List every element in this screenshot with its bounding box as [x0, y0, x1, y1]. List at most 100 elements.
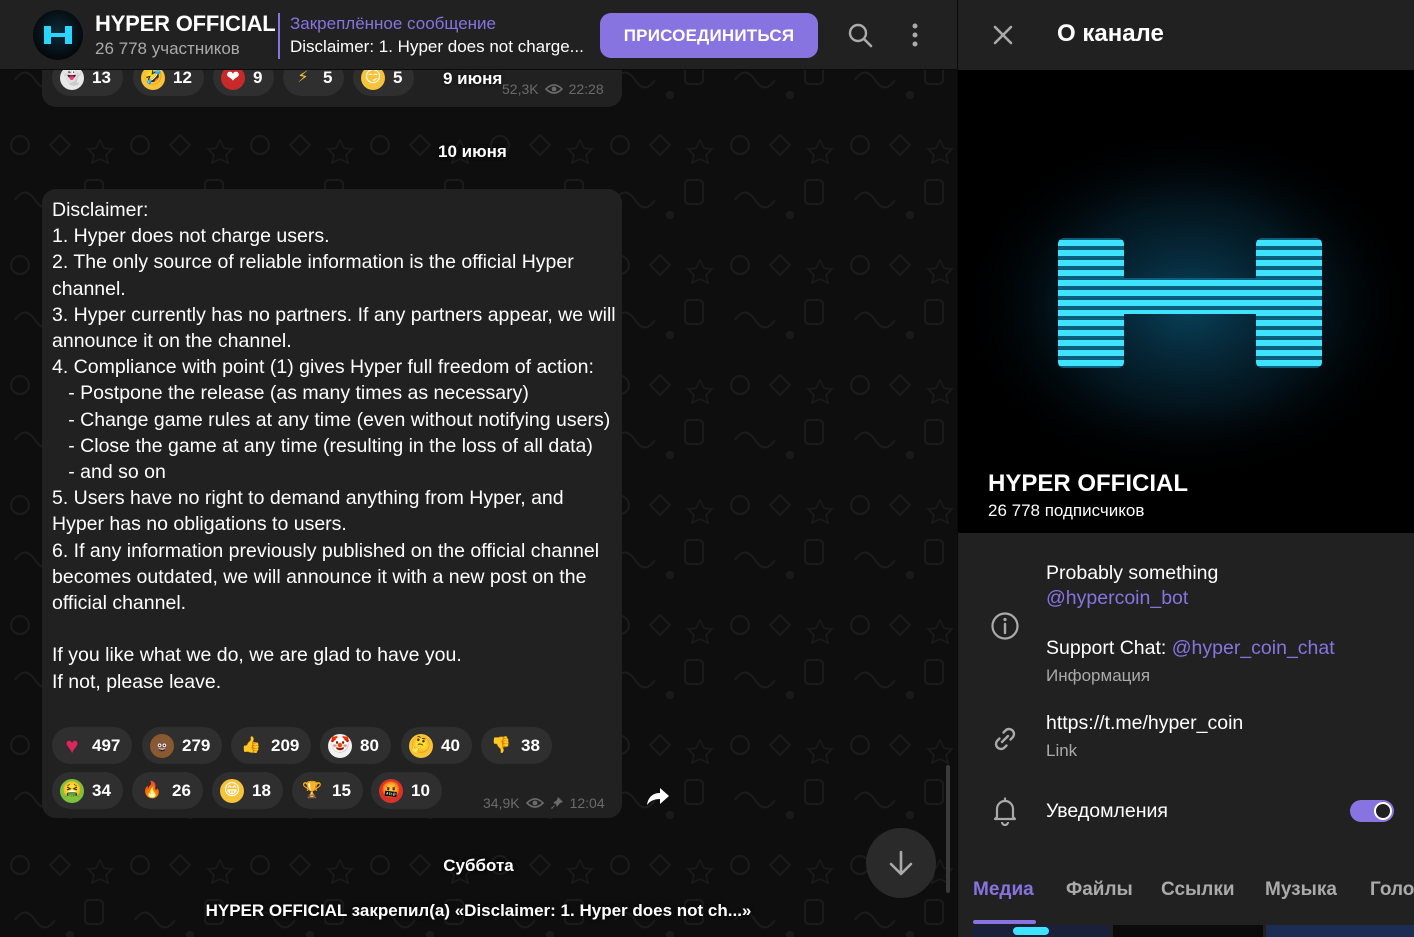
pinned-message-label: Закреплённое сообщение — [290, 14, 496, 33]
pile-of-poo-icon: 💩 — [150, 733, 174, 758]
chat-pane: HYPER OFFICIAL 26 778 участников Закрепл… — [0, 0, 957, 937]
service-message[interactable]: HYPER OFFICIAL закрепил(а) «Disclaimer: … — [0, 901, 957, 921]
reaction-count: 209 — [271, 735, 300, 755]
reaction-count: 5 — [323, 67, 333, 87]
reaction-chip[interactable]: ♥ 497 — [52, 727, 133, 764]
info-header: О канале — [958, 0, 1414, 70]
reaction-chip[interactable]: 🏆 15 — [292, 772, 363, 809]
notifications-label: Уведомления — [1046, 800, 1168, 822]
forward-message-button[interactable] — [640, 778, 676, 814]
eye-icon — [544, 84, 563, 94]
reaction-count: 18 — [252, 780, 271, 800]
support-chat-line: Support Chat: @hyper_coin_chat — [1046, 637, 1335, 660]
reaction-count: 12 — [173, 67, 192, 87]
message-text: Disclaimer: 1. Hyper does not charge use… — [52, 199, 616, 693]
chat-scrollbar[interactable] — [946, 765, 950, 893]
scroll-to-bottom-button[interactable] — [866, 828, 936, 898]
thinking-icon: 🤔 — [409, 733, 433, 758]
reaction-count: 279 — [182, 735, 211, 755]
tab-files[interactable]: Файлы — [1066, 879, 1133, 901]
eye-icon — [525, 798, 544, 808]
reaction-chip[interactable]: 💩 279 — [142, 727, 223, 764]
tab-links[interactable]: Ссылки — [1161, 879, 1235, 901]
reaction-count: 10 — [411, 780, 430, 800]
tab-music[interactable]: Музыка — [1265, 879, 1337, 901]
more-options-icon[interactable] — [902, 22, 928, 48]
reaction-chip[interactable]: 🔥 26 — [132, 772, 203, 809]
reaction-count: 497 — [92, 735, 121, 755]
reaction-chip[interactable]: 👍 209 — [231, 727, 312, 764]
fire-icon: 🔥 — [142, 781, 162, 799]
notifications-toggle[interactable] — [1350, 800, 1394, 822]
chat-header: HYPER OFFICIAL 26 778 участников Закрепл… — [0, 0, 957, 70]
date-separator: Суббота — [443, 856, 514, 875]
reaction-chip[interactable]: 🤡 80 — [320, 727, 391, 764]
reaction-count: 13 — [92, 67, 111, 87]
channel-cover-image[interactable] — [958, 70, 1414, 533]
channel-description: Probably something — [1046, 562, 1219, 584]
trophy-icon: 🏆 — [302, 781, 322, 799]
search-icon[interactable] — [847, 22, 873, 48]
message-time: 12:04 — [569, 795, 605, 811]
date-separator: 10 июня — [438, 142, 507, 161]
nauseated-icon: 🤮 — [60, 778, 84, 803]
hyper-logo-image — [958, 70, 1414, 533]
clown-icon: 🤡 — [328, 733, 352, 758]
channel-info-panel: О канале HYPER OFFICIAL 26 778 подписчик… — [957, 0, 1414, 937]
pinned-message-bar[interactable]: Закреплённое сообщение Disclaimer: 1. Hy… — [278, 13, 588, 59]
invite-link-label: Link — [1046, 741, 1078, 760]
info-label: Информация — [1046, 666, 1151, 685]
reaction-chip[interactable]: 🤬 10 — [371, 772, 442, 809]
channel-title[interactable]: HYPER OFFICIAL — [95, 11, 276, 37]
hyper-logo-icon — [44, 26, 72, 44]
message-bubble[interactable]: Disclaimer: 1. Hyper does not charge use… — [42, 189, 622, 818]
share-icon — [647, 788, 669, 805]
channel-avatar[interactable] — [33, 10, 83, 60]
reaction-count: 80 — [360, 735, 379, 755]
member-count: 26 778 участников — [95, 39, 240, 58]
toggle-knob — [1374, 802, 1392, 820]
tab-voice[interactable]: Голо — [1370, 879, 1414, 901]
reaction-chip[interactable]: 👎 38 — [481, 727, 552, 764]
view-count: 52,3K — [502, 81, 539, 97]
join-channel-button[interactable]: ПРИСОЕДИНИТЬСЯ — [600, 13, 818, 58]
reaction-chip[interactable]: 🤔 40 — [401, 727, 472, 764]
thumbs-down-icon: 👎 — [491, 736, 511, 754]
reaction-count: 34 — [92, 780, 111, 800]
reaction-count: 40 — [441, 735, 460, 755]
view-count: 34,9K — [483, 795, 520, 811]
media-thumbnails[interactable] — [973, 925, 1414, 937]
reaction-count: 9 — [253, 67, 263, 87]
grinning-icon: 😁 — [220, 778, 244, 803]
reaction-count: 38 — [521, 735, 540, 755]
link-icon — [990, 724, 1020, 754]
close-button[interactable] — [988, 20, 1018, 50]
subscriber-count: 26 778 подписчиков — [988, 501, 1145, 520]
reaction-chip[interactable]: 🤮 34 — [52, 772, 123, 809]
message-meta: 34,9K 12:04 — [483, 795, 605, 811]
close-icon — [993, 25, 1013, 45]
invite-link[interactable]: https://t.me/hyper_coin — [1046, 712, 1243, 735]
info-title: О канале — [1057, 20, 1164, 47]
reaction-count: 5 — [393, 67, 403, 87]
reaction-count: 26 — [172, 780, 191, 800]
message-meta: 52,3K 22:28 — [502, 81, 604, 97]
cursing-face-icon: 🤬 — [379, 778, 403, 803]
reaction-count: 15 — [332, 780, 351, 800]
channel-name: HYPER OFFICIAL — [988, 470, 1189, 497]
active-tab-indicator — [973, 920, 1036, 924]
date-separator: 9 июня — [443, 69, 503, 88]
shared-media-tabs: Медиа Файлы Ссылки Музыка Голо — [958, 858, 1414, 937]
info-icon — [990, 611, 1020, 641]
bot-link[interactable]: @hypercoin_bot — [1046, 587, 1188, 610]
bell-icon — [990, 796, 1020, 826]
pinned-message-text: Disclaimer: 1. Hyper does not charge... — [290, 37, 584, 56]
arrow-down-icon — [889, 850, 913, 876]
red-heart-icon: ♥ — [65, 732, 79, 758]
thumbs-up-icon: 👍 — [241, 736, 261, 754]
tab-media[interactable]: Медиа — [973, 879, 1034, 901]
support-chat-link[interactable]: @hyper_coin_chat — [1172, 637, 1335, 659]
pin-icon — [550, 797, 563, 809]
reaction-chip[interactable]: 😁 18 — [212, 772, 283, 809]
support-chat-label: Support Chat: — [1046, 637, 1172, 659]
